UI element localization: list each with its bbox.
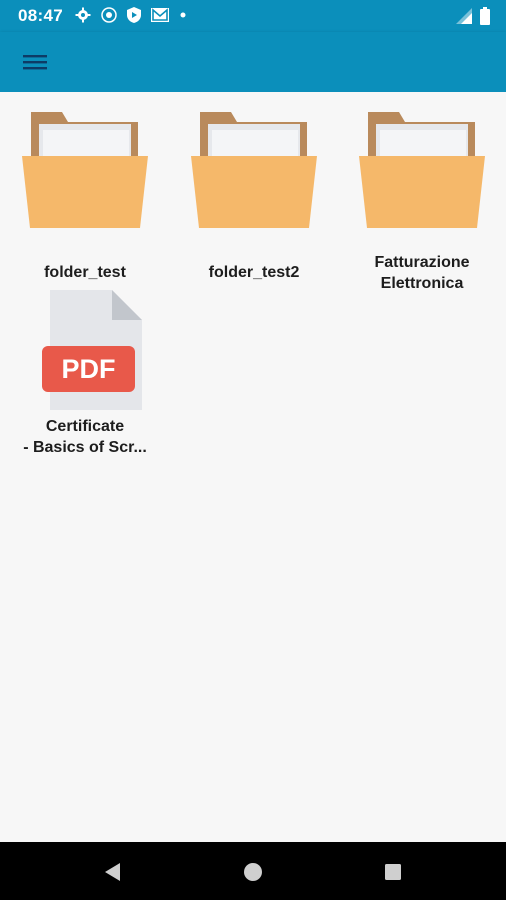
folder-item[interactable]: folder_test xyxy=(10,110,160,281)
signal-icon xyxy=(456,8,472,29)
folder-item[interactable]: folder_test2 xyxy=(179,110,329,281)
folder-item[interactable]: Fatturazione Elettronica xyxy=(347,110,497,292)
battery-icon xyxy=(480,7,490,30)
pdf-badge-label: PDF xyxy=(62,354,116,384)
folder-icon xyxy=(347,110,497,240)
settings-icon xyxy=(75,7,91,23)
file-name: Fatturazione Elettronica xyxy=(374,254,470,292)
status-time: 08:47 xyxy=(18,6,63,25)
file-name: Certificate - Basics of Scr... xyxy=(23,418,147,456)
pdf-icon: PDF xyxy=(10,288,160,418)
shield-icon xyxy=(127,7,141,23)
status-bar: 08:47 xyxy=(0,0,506,32)
pdf-file-item[interactable]: PDF Certificate - Basics of Scr... xyxy=(10,288,160,458)
folder-icon xyxy=(10,110,160,240)
vpn-key-icon xyxy=(101,7,117,23)
file-name: folder_test2 xyxy=(208,264,300,281)
back-icon[interactable] xyxy=(98,857,128,887)
app-bar xyxy=(0,32,506,92)
hamburger-menu-icon[interactable] xyxy=(14,44,56,80)
file-name: folder_test xyxy=(44,264,126,281)
notification-dot-icon xyxy=(179,11,187,19)
file-grid: folder_test folder_test2 Fatturazione El… xyxy=(0,92,506,842)
recents-icon[interactable] xyxy=(378,857,408,887)
home-icon[interactable] xyxy=(238,857,268,887)
navigation-bar xyxy=(0,842,506,900)
gmail-icon xyxy=(151,8,169,22)
folder-icon xyxy=(179,110,329,240)
